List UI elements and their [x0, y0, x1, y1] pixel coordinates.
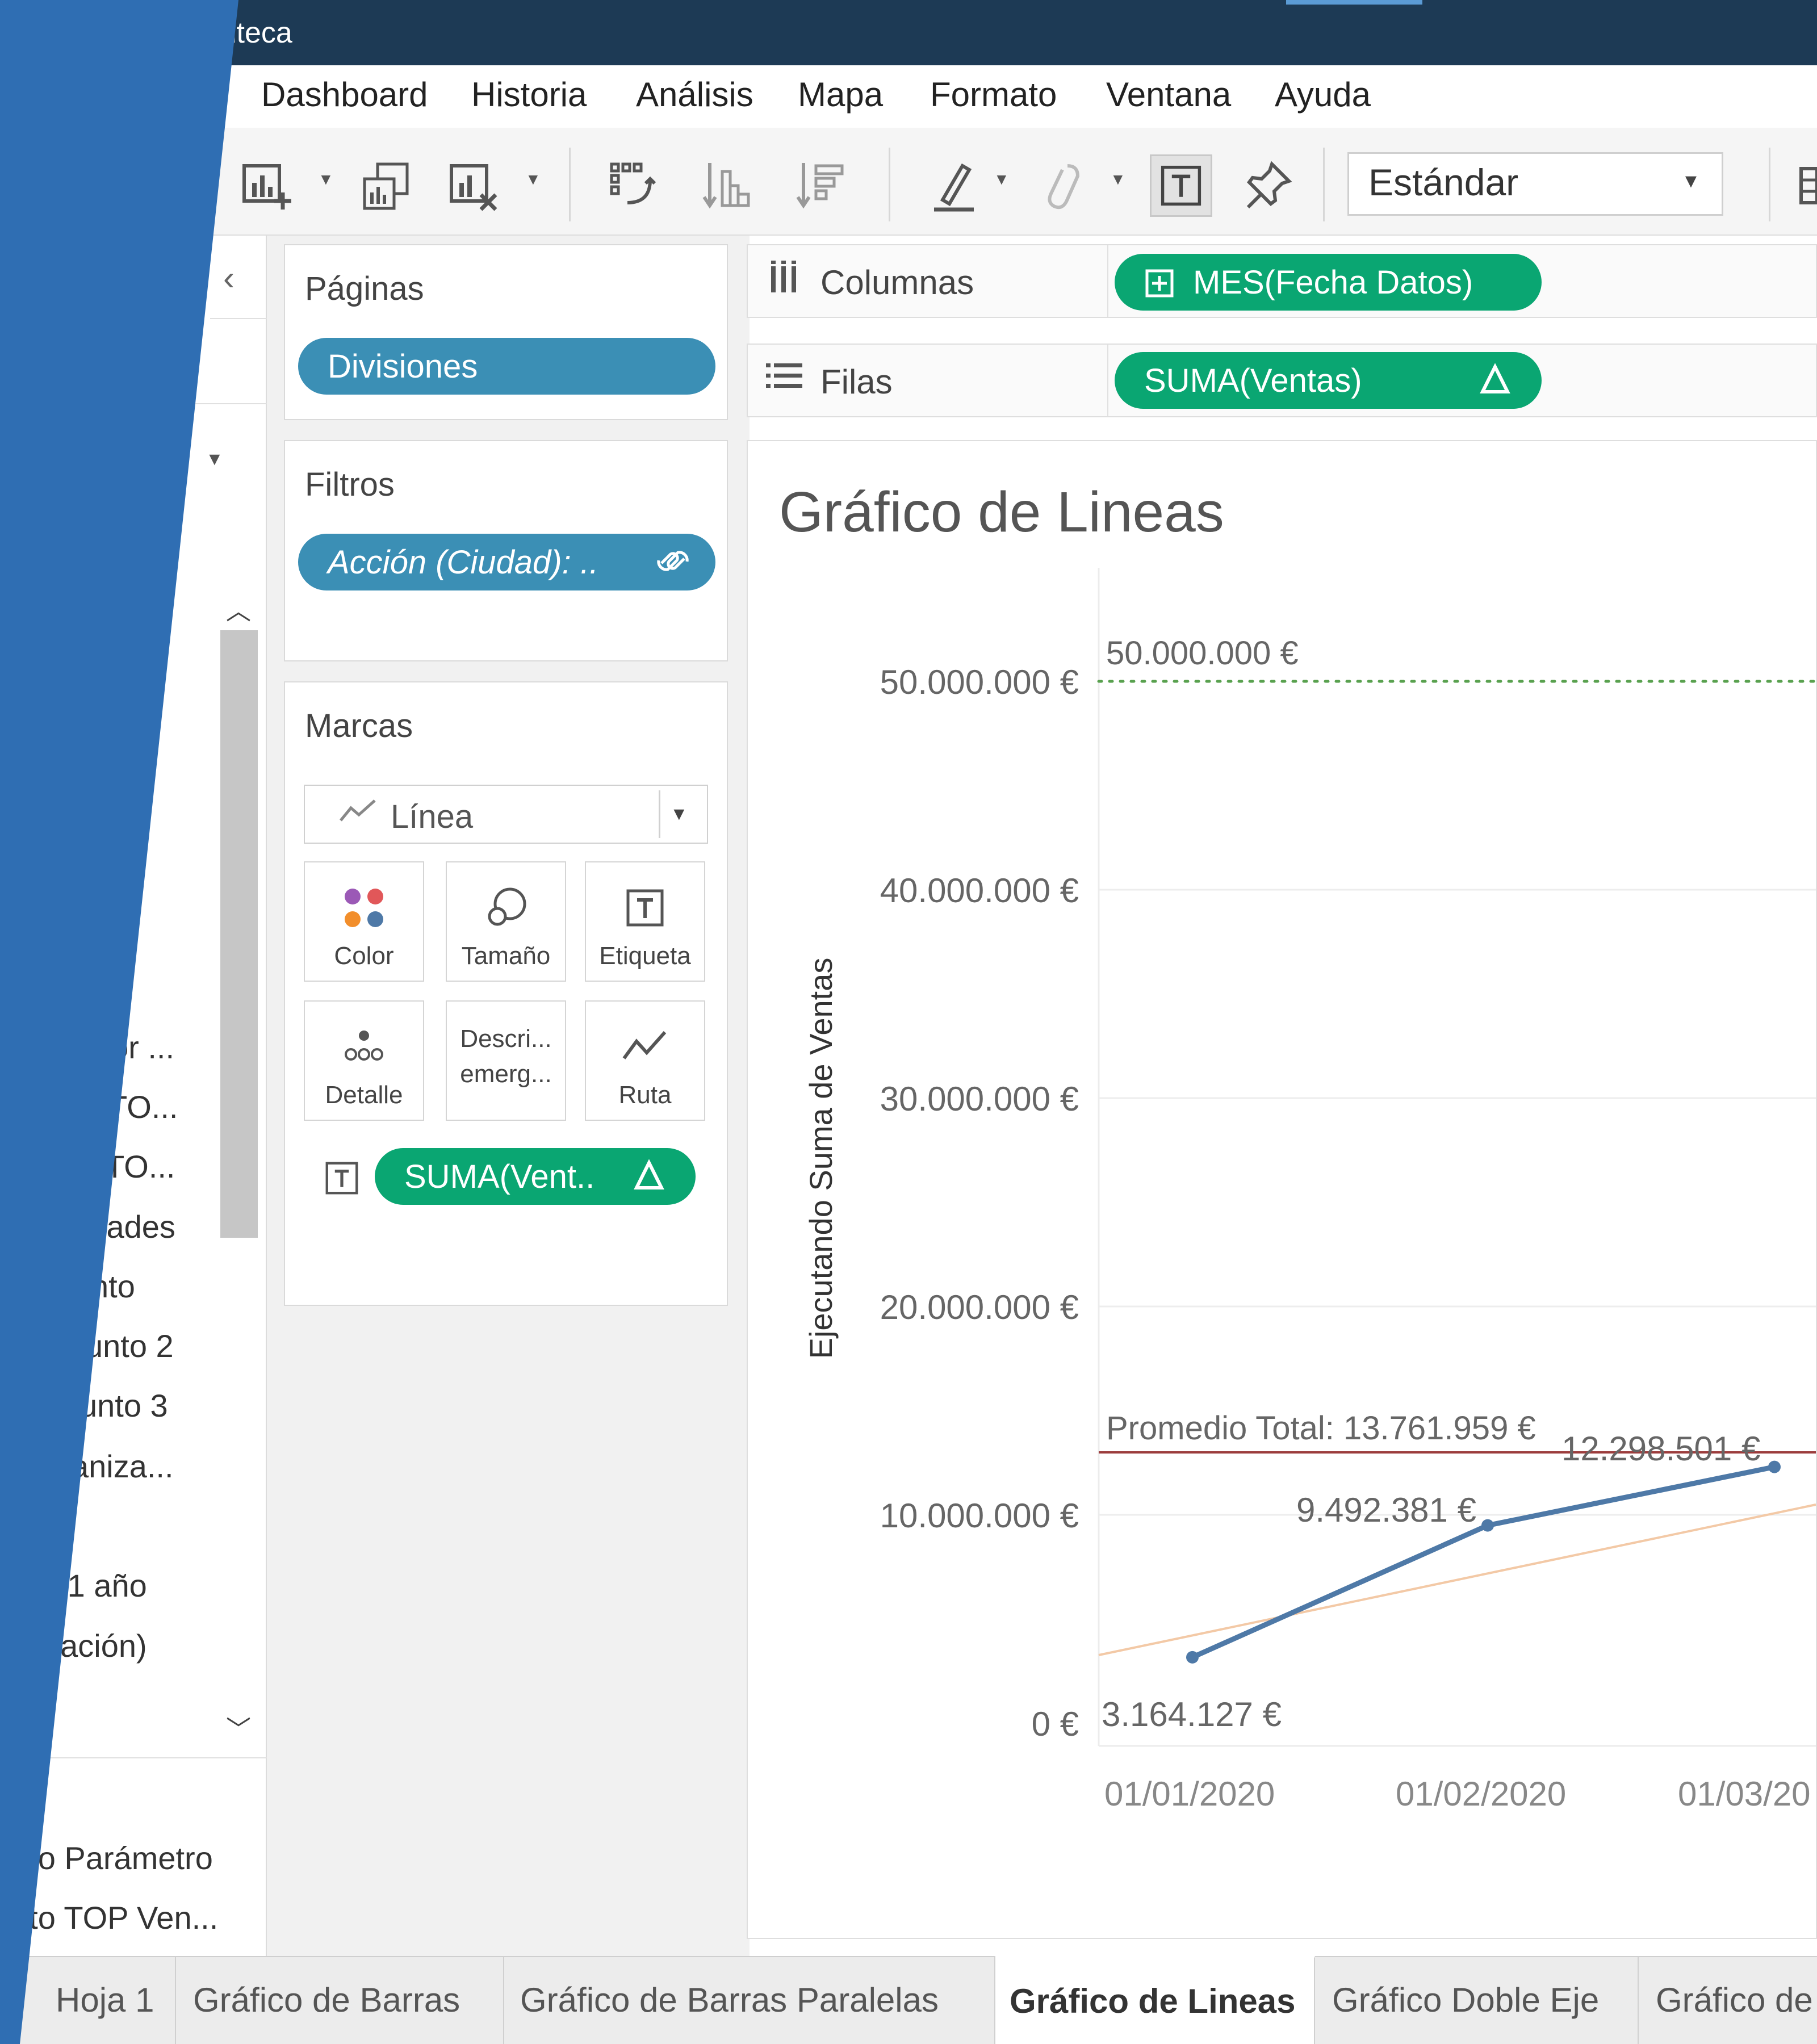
line-chart[interactable]: 0 € 10.000.000 € 20.000.000 € 30.000.000 € 4…: [0, 0, 1817, 1956]
x-tick-label: 01/01/2020: [1104, 1775, 1275, 1813]
tab-grafico-doble-eje[interactable]: Gráfico Doble Eje: [1315, 1956, 1639, 2044]
reference-line-label: 50.000.000 €: [1106, 635, 1299, 672]
data-label: 12.298.501 €: [1561, 1430, 1760, 1468]
data-label: 3.164.127 €: [1102, 1695, 1282, 1733]
x-tick-label: 01/03/20: [1678, 1775, 1811, 1813]
y-axis-title: Ejecutando Suma de Ventas: [803, 958, 839, 1359]
tab-grafico-de[interactable]: Gráfico de: [1639, 1956, 1817, 2044]
tab-label: Gráfico de Barras Paralelas: [520, 1981, 939, 2019]
data-point: [1186, 1651, 1199, 1664]
data-point: [1768, 1460, 1781, 1473]
reference-line-label: Promedio Total: 13.761.959 €: [1106, 1410, 1536, 1447]
tab-label: Gráfico Doble Eje: [1332, 1981, 1600, 2019]
series-line: [1191, 1464, 1775, 1660]
y-tick-label: 40.000.000 €: [880, 872, 1079, 910]
tab-label: Gráfico de Lineas: [1010, 1982, 1296, 2020]
tab-label: Gráfico de: [1656, 1981, 1813, 2019]
y-tick-label: 50.000.000 €: [880, 663, 1079, 701]
y-tick-label: 30.000.000 €: [880, 1080, 1079, 1118]
data-point: [1481, 1519, 1494, 1532]
data-label: 9.492.381 €: [1296, 1491, 1476, 1529]
x-tick-label: 01/02/2020: [1396, 1775, 1566, 1813]
y-tick-label: 20.000.000 €: [880, 1288, 1079, 1326]
decorative-overlay: [0, 0, 238, 2044]
y-tick-label: 10.000.000 €: [880, 1497, 1079, 1535]
tab-grafico-de-barras-paralelas[interactable]: Gráfico de Barras Paralelas: [504, 1956, 995, 2044]
y-tick-label: 0 €: [1032, 1705, 1079, 1743]
tab-grafico-de-lineas[interactable]: Gráfico de Lineas: [995, 1956, 1315, 2044]
